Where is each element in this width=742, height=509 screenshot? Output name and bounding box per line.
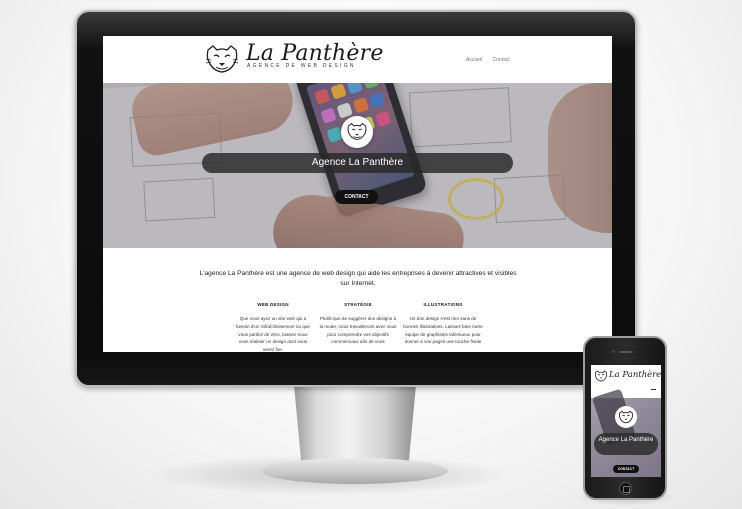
mobile-website: La Panthère Agence La Panthère CONTACT — [591, 365, 661, 477]
mobile-header: La Panthère — [591, 365, 661, 395]
column-text: Un bon design n'est rien sans de bonnes … — [403, 316, 483, 345]
column-title: STRATÉGIE — [344, 302, 372, 307]
hero-title: Agence La Panthère — [202, 153, 513, 173]
column-illustrations: ILLUSTRATIONS Un bon design n'est rien s… — [403, 302, 483, 346]
nav-link-accueil[interactable]: Accueil — [466, 57, 482, 63]
site-header: La Panthère Agence de web design Accueil… — [103, 36, 612, 83]
panther-head-icon — [347, 122, 367, 140]
column-text: Que vous ayez un site web qui a besoin d… — [236, 316, 310, 352]
speaker-grille — [619, 351, 633, 353]
hero-contact-button[interactable]: CONTACT — [335, 190, 378, 204]
mobile-hero-logo-badge — [615, 406, 637, 428]
desktop-website: La Panthère Agence de web design Accueil… — [103, 36, 612, 352]
mobile-brand-name[interactable]: La Panthère — [609, 370, 661, 380]
brand-tagline: Agence de web design — [247, 63, 356, 69]
mobile-contact-button[interactable]: CONTACT — [613, 465, 639, 473]
home-button-icon[interactable] — [619, 482, 632, 495]
panther-head-icon[interactable] — [204, 44, 240, 74]
mobile-hero-title: Agence La Panthère — [594, 433, 658, 455]
hamburger-menu-icon[interactable] — [651, 389, 656, 390]
imac-stand — [294, 385, 416, 463]
nav-link-contact[interactable]: Contact — [493, 57, 510, 63]
panther-head-icon[interactable] — [594, 370, 608, 382]
column-title: WEB DESIGN — [257, 302, 289, 307]
column-strategie: STRATÉGIE Plutôt que de suggérer des des… — [318, 302, 398, 346]
mobile-hero: Agence La Panthère CONTACT — [591, 388, 661, 477]
iphone-frame: La Panthère Agence La Panthère CONTACT — [583, 336, 667, 500]
hero-section: Agence La Panthère CONTACT — [103, 83, 612, 248]
column-title: ILLUSTRATIONS — [423, 302, 463, 307]
imac-stand-base — [262, 458, 448, 484]
camera-icon — [612, 350, 615, 353]
imac-chin — [77, 352, 635, 385]
panther-head-icon — [619, 410, 633, 424]
main-nav: Accueil Contact — [466, 57, 519, 63]
column-text: Plutôt que de suggérer des designs à la … — [319, 316, 397, 345]
column-web-design: WEB DESIGN Que vous ayez un site web qui… — [233, 302, 313, 352]
hero-logo-badge — [341, 116, 373, 148]
intro-text: L'agence La Panthère est une agence de w… — [199, 270, 517, 287]
